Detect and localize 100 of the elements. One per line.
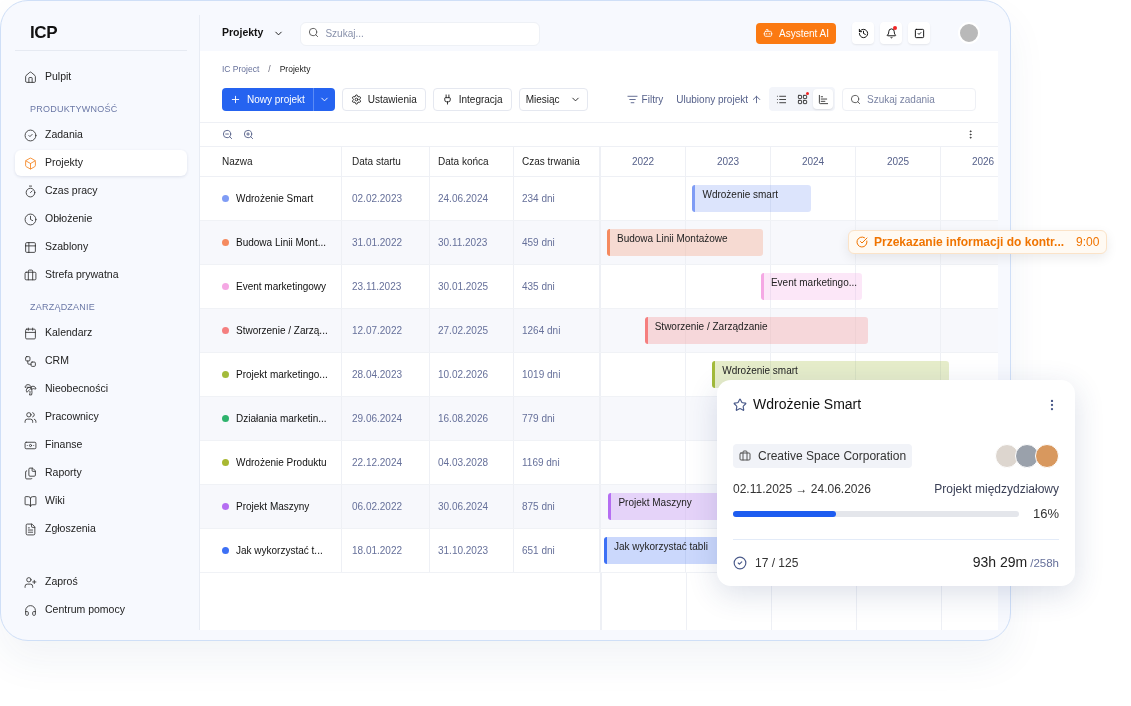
grid-icon <box>796 93 808 105</box>
time-spent: 93h 29m <box>972 553 1028 573</box>
document-icon <box>24 522 37 536</box>
project-name[interactable]: Wdrożenie Produktu <box>236 455 327 470</box>
stopwatch-icon <box>24 184 37 198</box>
sidebar-item[interactable]: Czas pracy <box>15 178 187 204</box>
duration: 875 dni <box>522 500 555 514</box>
zoom-out-icon[interactable] <box>222 129 233 140</box>
duration: 234 dni <box>522 192 555 206</box>
project-type: Projekt międzydziałowy <box>934 481 1059 498</box>
sidebar-item[interactable]: Projekty <box>15 150 187 176</box>
start-date: 02.02.2023 <box>352 192 403 206</box>
year-label: 2022 <box>631 155 655 169</box>
cube-icon <box>24 156 37 170</box>
search-icon <box>308 27 320 39</box>
period-dropdown[interactable]: Miesiąc <box>518 87 588 111</box>
zoom-in-icon[interactable] <box>243 129 254 140</box>
end-date: 04.03.2028 <box>438 456 489 470</box>
sidebar-item[interactable]: Pulpit <box>15 64 187 90</box>
sidebar-item[interactable]: Pracownicy <box>15 404 187 430</box>
start-date: 06.02.2022 <box>352 500 403 514</box>
duration: 779 dni <box>522 412 555 426</box>
breadcrumb-link[interactable]: Projekty <box>279 62 311 76</box>
briefcase-icon <box>739 450 751 462</box>
end-date: 30.06.2024 <box>438 500 489 514</box>
member-avatar <box>1015 444 1039 468</box>
progress-percent: 16% <box>1032 505 1059 523</box>
project-name[interactable]: Działania marketin... <box>236 411 327 426</box>
client-tag: Creative Space Corporation <box>733 444 913 468</box>
section-heading: ZARZĄDZANIE <box>29 301 96 315</box>
user-plus-icon <box>24 575 37 589</box>
new-project-button[interactable]: Nowy projekt <box>222 87 335 111</box>
history-button[interactable] <box>852 22 874 44</box>
start-date: 28.04.2023 <box>352 368 403 382</box>
column-header: Nazwa <box>222 155 253 169</box>
sidebar-item[interactable]: Kalendarz <box>15 320 187 346</box>
start-date: 18.01.2022 <box>352 544 403 558</box>
sidebar-item[interactable]: Nieobecności <box>15 376 187 402</box>
project-name[interactable]: Projekt Maszyny <box>236 499 310 514</box>
gantt-bar[interactable]: Stworzenie / Zarządzanie <box>644 317 869 344</box>
sidebar-item[interactable]: Raporty <box>15 460 187 486</box>
sidebar-item[interactable]: Wiki <box>15 488 187 514</box>
sidebar-item[interactable]: CRM <box>15 348 187 374</box>
checkbox-icon <box>913 27 925 39</box>
project-name[interactable]: Jak wykorzystać t... <box>236 543 323 558</box>
gantt-bar[interactable]: Budowa Linii Montażowe <box>607 229 763 256</box>
column-header: Czas trwania <box>522 155 580 169</box>
sidebar-item[interactable]: Obłożenie <box>15 206 187 232</box>
check-circle-icon <box>24 128 37 142</box>
search-field[interactable]: Szukaj... <box>300 21 541 46</box>
duration: 459 dni <box>522 236 555 250</box>
gantt-bar[interactable]: Event marketingo... <box>760 273 862 300</box>
toolbar-button[interactable]: Ustawienia <box>341 87 426 111</box>
toolbar-button[interactable]: Integracja <box>432 87 512 111</box>
project-name[interactable]: Wdrożenie Smart <box>236 191 314 206</box>
check-circle-icon <box>733 555 747 570</box>
project-name[interactable]: Projekt marketingo... <box>236 367 328 382</box>
duration: 1264 dni <box>522 324 561 338</box>
duration: 1169 dni <box>522 456 560 470</box>
project-name[interactable]: Budowa Linii Mont... <box>236 235 327 250</box>
workspace-dropdown[interactable]: Projekty <box>222 25 285 41</box>
sidebar-item[interactable]: Finanse <box>15 432 187 458</box>
end-date: 30.01.2025 <box>438 280 489 294</box>
notifications-button[interactable] <box>880 22 902 44</box>
tasks-button[interactable] <box>908 22 930 44</box>
users-icon <box>24 410 37 424</box>
plus-icon <box>230 93 241 105</box>
task-search-field[interactable]: Szukaj zadania <box>842 87 976 111</box>
breadcrumb-link[interactable]: IC Project <box>222 62 260 76</box>
sidebar-item[interactable]: Zaproś <box>15 569 187 595</box>
card-title: Wdrożenie Smart <box>753 395 862 414</box>
sidebar-item[interactable]: Szablony <box>15 234 187 260</box>
home-icon <box>24 70 37 84</box>
headphones-icon <box>24 603 37 617</box>
bag-icon <box>24 268 37 282</box>
filters-button[interactable]: Filtry <box>626 91 664 107</box>
start-date: 31.01.2022 <box>352 236 403 250</box>
project-name[interactable]: Event marketingowy <box>236 279 327 294</box>
sidebar-item[interactable]: Zadania <box>15 122 187 148</box>
start-date: 29.06.2024 <box>352 412 403 426</box>
project-name[interactable]: Stworzenie / Zarzą... <box>236 323 328 338</box>
start-date: 23.11.2023 <box>352 280 402 294</box>
sidebar-item[interactable]: Strefa prywatna <box>15 262 187 288</box>
search-icon <box>850 93 861 105</box>
end-date: 31.10.2023 <box>438 544 489 558</box>
check-circle-icon <box>856 236 868 248</box>
sort-button[interactable]: Ulubiony projekt <box>676 91 762 107</box>
time-total: /258h <box>1030 556 1059 572</box>
gear-icon <box>350 93 362 105</box>
sidebar-item[interactable]: Zgłoszenia <box>15 516 187 542</box>
year-label: 2026 <box>971 155 995 169</box>
duration: 435 dni <box>522 280 555 294</box>
view-toggle[interactable] <box>813 89 833 109</box>
logo: ICP <box>30 21 58 44</box>
sidebar-item[interactable]: Centrum pomocy <box>15 597 187 623</box>
book-icon <box>24 494 37 508</box>
star-icon[interactable] <box>733 397 747 412</box>
palm-tree-icon <box>24 382 37 396</box>
gantt-bar[interactable]: Wdrożenie smart <box>692 185 811 212</box>
robot-icon <box>762 28 773 38</box>
